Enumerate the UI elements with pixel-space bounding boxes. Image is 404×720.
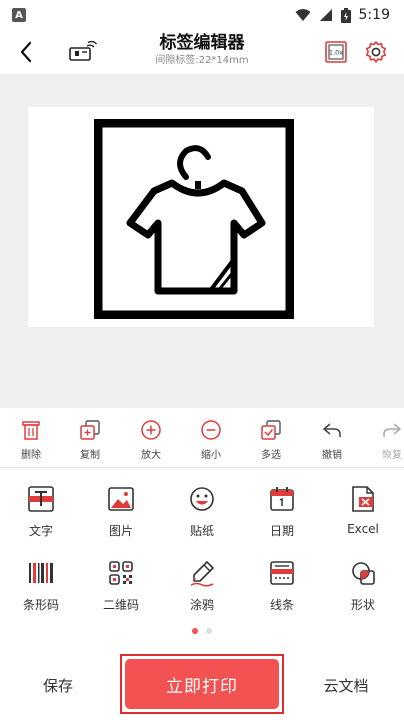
tool-doodle[interactable]: 涂鸦 — [170, 558, 234, 613]
page-title: 标签编辑器 — [159, 33, 245, 53]
text-icon — [28, 486, 54, 512]
printer-device-icon — [69, 40, 97, 61]
save-button[interactable]: 保存 — [22, 670, 94, 700]
status-bar: A 5:19 — [0, 0, 404, 30]
delete-label: 删除 — [21, 450, 41, 461]
trash-icon — [22, 421, 40, 440]
tool-barcode[interactable]: 条形码 — [9, 558, 73, 613]
scale-badge-text: 1.0x — [329, 49, 343, 57]
tshirt-image-element[interactable] — [94, 119, 294, 319]
multi-select-button[interactable]: 多选 — [249, 418, 293, 461]
element-tool-grid: 文字 图片 贴纸 日期 Excel 条形码 二维码 涂鸦 线条 形状 — [0, 468, 404, 618]
barcode-icon — [29, 563, 53, 583]
zoom-out-label: 缩小 — [201, 450, 221, 461]
zoom-in-label: 放大 — [141, 450, 161, 461]
delete-button[interactable]: 删除 — [9, 418, 53, 461]
calendar-icon — [270, 487, 294, 511]
tool-line-label: 线条 — [269, 598, 294, 612]
battery-icon — [340, 7, 351, 23]
redo-icon — [383, 423, 401, 437]
label-canvas[interactable] — [28, 107, 374, 327]
bottom-action-bar: 保存 立即打印 云文档 — [0, 650, 404, 720]
multi-select-label: 多选 — [261, 450, 281, 461]
copy-button[interactable]: 复制 — [68, 418, 112, 461]
cloud-docs-button[interactable]: 云文档 — [306, 670, 386, 700]
edit-toolbar: 删除 复制 放大 缩小 多选 撤销 恢复 — [0, 408, 404, 468]
tool-line[interactable]: 线条 — [250, 558, 314, 613]
tool-text[interactable]: 文字 — [9, 484, 73, 539]
back-button[interactable] — [12, 38, 40, 66]
excel-icon — [352, 486, 374, 512]
zoom-out-icon — [201, 420, 221, 440]
tool-text-label: 文字 — [28, 524, 53, 538]
settings-button[interactable] — [362, 38, 390, 66]
header: 标签编辑器 间隙标签:22*14mm 1.0x — [0, 30, 404, 74]
image-icon — [108, 487, 134, 511]
print-button-label: 立即打印 — [125, 659, 279, 709]
scale-button[interactable]: 1.0x — [322, 38, 350, 66]
qrcode-icon — [109, 561, 133, 585]
printer-connect-button[interactable] — [66, 38, 98, 66]
zoom-in-icon — [141, 420, 161, 440]
tool-date[interactable]: 日期 — [250, 484, 314, 539]
gear-icon — [366, 41, 386, 63]
label-size-subtitle: 间隙标签:22*14mm — [155, 55, 249, 66]
tool-barcode-label: 条形码 — [22, 598, 59, 612]
tool-image-label: 图片 — [108, 524, 133, 538]
tool-sticker[interactable]: 贴纸 — [170, 484, 234, 539]
tool-qrcode[interactable]: 二维码 — [89, 558, 153, 613]
tool-image[interactable]: 图片 — [89, 484, 153, 539]
doodle-icon — [190, 561, 214, 587]
undo-label: 撤销 — [322, 450, 342, 461]
print-button[interactable]: 立即打印 — [120, 654, 284, 714]
wifi-icon — [295, 9, 311, 21]
multi-select-icon — [261, 420, 281, 440]
cellular-signal-icon — [319, 9, 332, 21]
shape-icon — [352, 562, 375, 585]
tool-excel-label: Excel — [347, 522, 379, 536]
app-notification-icon: A — [12, 8, 26, 22]
tool-sticker-label: 贴纸 — [189, 524, 214, 538]
tool-excel[interactable]: Excel — [331, 484, 395, 536]
copy-label: 复制 — [80, 450, 100, 461]
tool-doodle-label: 涂鸦 — [189, 598, 214, 612]
redo-button[interactable]: 恢复 — [370, 418, 404, 461]
sticker-icon — [190, 487, 214, 511]
zoom-out-button[interactable]: 缩小 — [189, 418, 233, 461]
tool-date-label: 日期 — [269, 524, 294, 538]
zoom-in-button[interactable]: 放大 — [129, 418, 173, 461]
copy-icon — [80, 420, 100, 440]
scale-icon: 1.0x — [325, 41, 347, 63]
status-time: 5:19 — [358, 7, 390, 23]
tool-grid-pager — [0, 628, 404, 634]
undo-icon — [323, 423, 341, 437]
pager-dot[interactable] — [206, 628, 212, 634]
line-icon — [270, 561, 294, 585]
redo-label: 恢复 — [382, 450, 402, 461]
tool-shape[interactable]: 形状 — [331, 558, 395, 613]
pager-dot-active[interactable] — [192, 628, 198, 634]
back-arrow-icon — [20, 41, 32, 63]
tool-shape-label: 形状 — [350, 598, 375, 612]
undo-button[interactable]: 撤销 — [310, 418, 354, 461]
editor-canvas-area[interactable] — [0, 74, 404, 408]
tool-qrcode-label: 二维码 — [102, 598, 139, 612]
